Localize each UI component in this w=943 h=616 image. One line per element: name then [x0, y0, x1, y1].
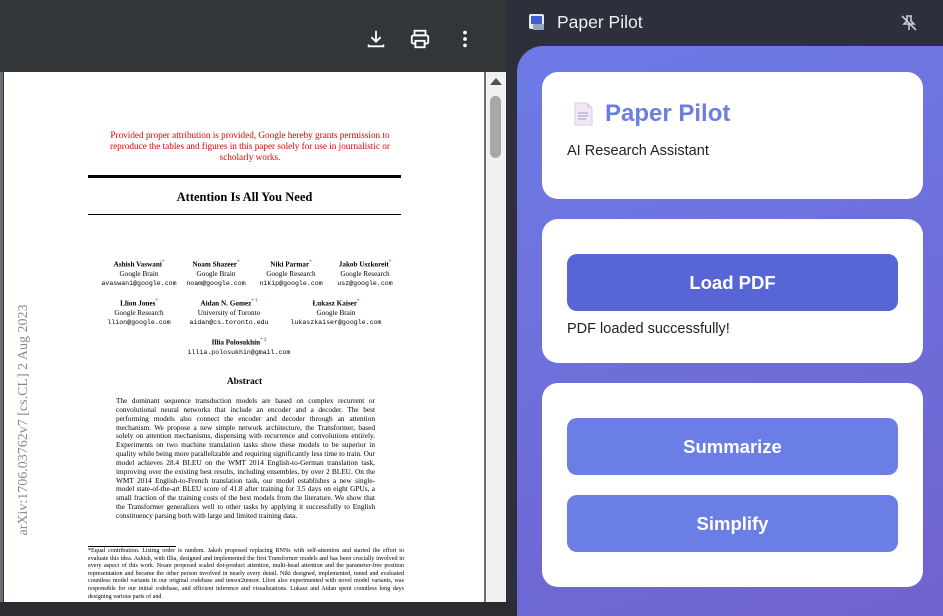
- permission-notice: Provided proper attribution is provided,…: [110, 130, 390, 162]
- paper-title: Attention Is All You Need: [176, 190, 313, 204]
- vertical-scrollbar[interactable]: [486, 72, 506, 602]
- arxiv-stamp: arXiv:1706.03762v7 [cs.CL] 2 Aug 2023: [16, 304, 31, 536]
- author-email: lukaszkaiser@google.com: [290, 319, 382, 327]
- summarize-button[interactable]: Summarize: [567, 418, 898, 475]
- author-block: Aidan N. Gomez* † University of Toronto …: [184, 297, 274, 328]
- print-button[interactable]: [405, 24, 435, 54]
- author-email: llion@google.com: [107, 319, 171, 327]
- author-mark: *: [237, 260, 240, 265]
- extension-logo-icon: [529, 14, 544, 30]
- app-name: Paper Pilot: [605, 100, 731, 127]
- author-block: Illia Polosukhin* ‡ illia.polosukhin@gma…: [184, 336, 294, 357]
- author-mark: *: [309, 260, 312, 265]
- scroll-up-arrow-icon[interactable]: [490, 78, 502, 85]
- more-options-button[interactable]: [450, 24, 480, 54]
- author-affiliation: Google Research: [340, 269, 390, 278]
- side-panel-header: Paper Pilot: [506, 0, 943, 46]
- pdf-viewer: Provided proper attribution is provided,…: [0, 0, 506, 602]
- abstract-text: The dominant sequence transduction model…: [116, 396, 375, 520]
- more-vert-icon: [463, 30, 467, 48]
- author-email: illia.polosukhin@gmail.com: [187, 348, 291, 356]
- author-block: Ashish Vaswani* Google Brain avaswani@go…: [99, 258, 179, 289]
- author-name: Illia Polosukhin: [211, 338, 261, 347]
- author-name: Niki Parmar: [270, 260, 310, 269]
- author-affiliation: Google Research: [266, 269, 316, 278]
- author-email: avaswani@google.com: [101, 280, 177, 288]
- author-name: Llion Jones: [120, 299, 156, 308]
- author-block: Niki Parmar* Google Research nikip@googl…: [256, 258, 326, 289]
- pdf-page: Provided proper attribution is provided,…: [3, 72, 484, 602]
- author-name: Łukasz Kaiser: [312, 299, 358, 308]
- download-icon: [367, 30, 385, 48]
- actions-card: Summarize Simplify: [542, 383, 923, 587]
- author-mark: * ‡: [260, 338, 267, 343]
- author-mark: *: [388, 260, 392, 265]
- title-rule-bottom: [88, 214, 401, 215]
- load-status-text: PDF loaded successfully!: [567, 321, 730, 337]
- author-mark: * †: [251, 299, 258, 304]
- footnote: *Equal contribution. Listing order is ra…: [88, 548, 404, 600]
- author-email: usz@google.com: [337, 280, 393, 288]
- author-block: Łukasz Kaiser* Google Brain lukaszkaiser…: [286, 297, 386, 328]
- simplify-button[interactable]: Simplify: [567, 495, 898, 552]
- side-panel-title: Paper Pilot: [557, 12, 643, 32]
- scrollbar-thumb[interactable]: [490, 96, 501, 158]
- footnote-rule: [88, 546, 176, 547]
- page-area[interactable]: Provided proper attribution is provided,…: [0, 72, 506, 602]
- author-affiliation: University of Toronto: [197, 308, 261, 317]
- title-rule-top: [88, 175, 401, 178]
- author-block: Noam Shazeer* Google Brain noam@google.c…: [181, 258, 251, 289]
- viewer-toolbar: [0, 0, 506, 72]
- author-affiliation: Google Brain: [119, 269, 159, 278]
- print-icon: [410, 29, 430, 49]
- download-button[interactable]: [361, 24, 391, 54]
- unpin-icon[interactable]: [899, 13, 919, 33]
- author-mark: *: [357, 299, 360, 304]
- author-block: Jakob Uszkoreit* Google Research usz@goo…: [329, 258, 401, 289]
- author-affiliation: Google Brain: [316, 308, 356, 317]
- author-name: Ashish Vaswani: [113, 260, 162, 269]
- app-subtitle: AI Research Assistant: [567, 143, 709, 159]
- author-email: noam@google.com: [186, 280, 246, 288]
- load-card: Load PDF PDF loaded successfully!: [542, 219, 923, 363]
- author-name: Aidan N. Gomez: [200, 299, 252, 308]
- author-mark: *: [155, 299, 158, 304]
- author-affiliation: Google Research: [114, 308, 164, 317]
- author-email: aidan@cs.toronto.edu: [189, 319, 269, 327]
- app-header-card: Paper Pilot AI Research Assistant: [542, 72, 923, 199]
- author-block: Llion Jones* Google Research llion@googl…: [99, 297, 179, 328]
- author-email: nikip@google.com: [259, 280, 323, 288]
- author-affiliation: Google Brain: [196, 269, 236, 278]
- author-name: Jakob Uszkoreit: [338, 260, 389, 269]
- author-mark: *: [161, 260, 165, 265]
- document-icon: [574, 102, 593, 126]
- abstract-heading: Abstract: [226, 377, 263, 387]
- author-name: Noam Shazeer: [192, 260, 237, 269]
- load-pdf-button[interactable]: Load PDF: [567, 254, 898, 311]
- side-panel-body: Paper Pilot AI Research Assistant Load P…: [517, 46, 943, 616]
- side-panel: Paper Pilot Paper Pilot AI Research Assi…: [506, 0, 943, 616]
